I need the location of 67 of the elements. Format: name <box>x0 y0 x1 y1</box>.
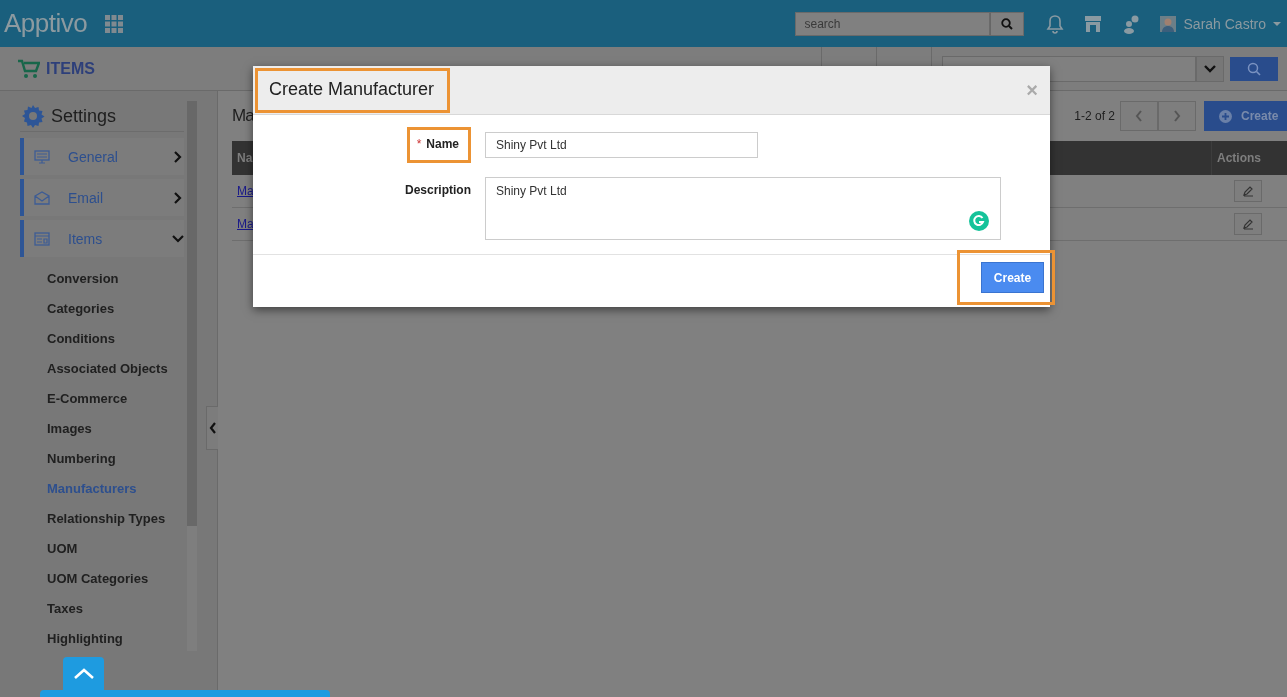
window-icon <box>34 231 50 246</box>
grammar-check-icon[interactable] <box>969 211 989 231</box>
pencil-icon <box>1242 218 1254 230</box>
column-header: Na <box>236 151 253 165</box>
description-field[interactable]: Shiny Pvt Ltd <box>485 177 1001 240</box>
search-button[interactable] <box>989 11 1024 36</box>
collapse-button[interactable] <box>206 406 218 450</box>
search-field[interactable]: search <box>794 11 990 36</box>
chevron-up-icon <box>72 667 95 680</box>
user-menu[interactable]: Sarah Castro <box>1183 15 1287 32</box>
create-button[interactable]: Create <box>1204 101 1287 131</box>
app-title[interactable]: ITEMS <box>46 59 95 78</box>
chevron-down-icon <box>172 232 184 245</box>
sidebar-item[interactable]: Highlighting <box>47 624 184 654</box>
dropdown-button[interactable] <box>1196 55 1224 82</box>
pagination-text: 1-2 of 2 <box>1074 109 1115 123</box>
plus-circle-icon <box>1219 109 1232 123</box>
scroll-up-button[interactable] <box>63 657 104 690</box>
close-button[interactable]: × <box>1026 78 1038 102</box>
create-button[interactable]: Create <box>981 262 1044 293</box>
sidebar-item[interactable]: Associated Objects <box>47 354 184 384</box>
name-field[interactable]: Shiny Pvt Ltd <box>485 132 758 158</box>
edit-button[interactable] <box>1234 180 1262 202</box>
sidebar-section[interactable]: Email <box>20 179 184 216</box>
sidebar-section[interactable]: General <box>20 138 184 175</box>
chevron-left-icon <box>208 422 217 434</box>
page-heading: Ma <box>232 106 254 126</box>
chevron-right-icon <box>172 191 184 204</box>
sidebar-item[interactable]: UOM <box>47 534 184 564</box>
bell-icon[interactable] <box>1045 13 1064 34</box>
monitor-icon <box>34 149 50 164</box>
sidebar-item[interactable]: Conditions <box>47 324 184 354</box>
edit-button[interactable] <box>1234 213 1262 235</box>
sidebar-item[interactable]: Taxes <box>47 594 184 624</box>
gear-icon <box>21 104 45 128</box>
avatar-icon[interactable] <box>1159 15 1176 32</box>
field-label: * Name <box>406 127 471 163</box>
sidebar-item[interactable]: Categories <box>47 294 184 324</box>
sidebar-item[interactable]: Conversion <box>47 264 184 294</box>
store-icon[interactable] <box>1083 14 1102 33</box>
chevron-right-icon <box>1173 110 1181 122</box>
envelope-icon <box>34 190 50 205</box>
sidebar-item[interactable]: E-Commerce <box>47 384 184 414</box>
search-icon <box>1000 17 1013 30</box>
chat-icon[interactable] <box>1121 13 1140 34</box>
field-label: Description <box>405 182 471 197</box>
app-logo[interactable]: Apptivo <box>4 8 88 39</box>
chevron-right-icon <box>172 150 184 163</box>
sidebar-item[interactable]: Relationship Types <box>47 504 184 534</box>
dialog-title: Create Manufacturer <box>255 67 451 113</box>
cart-icon <box>18 58 40 79</box>
manufacturer-link[interactable]: Ma <box>232 184 254 198</box>
sidebar-item[interactable]: Numbering <box>47 444 184 474</box>
chevron-down-icon <box>1204 64 1216 73</box>
sidebar-item[interactable]: Images <box>47 414 184 444</box>
apps-grid-icon[interactable] <box>105 14 124 33</box>
next-button[interactable] <box>1158 101 1196 131</box>
column-header: Actions <box>1211 141 1287 175</box>
search-button[interactable] <box>1230 56 1278 81</box>
previous-button[interactable] <box>1120 101 1158 131</box>
pencil-icon <box>1242 185 1254 197</box>
chevron-left-icon <box>1135 110 1143 122</box>
sidebar-section[interactable]: Items <box>20 220 184 257</box>
sidebar-title: Settings <box>51 105 117 127</box>
search-icon <box>1247 61 1261 76</box>
manufacturer-link[interactable]: Ma <box>232 217 254 231</box>
sidebar-item[interactable]: UOM Categories <box>47 564 184 594</box>
